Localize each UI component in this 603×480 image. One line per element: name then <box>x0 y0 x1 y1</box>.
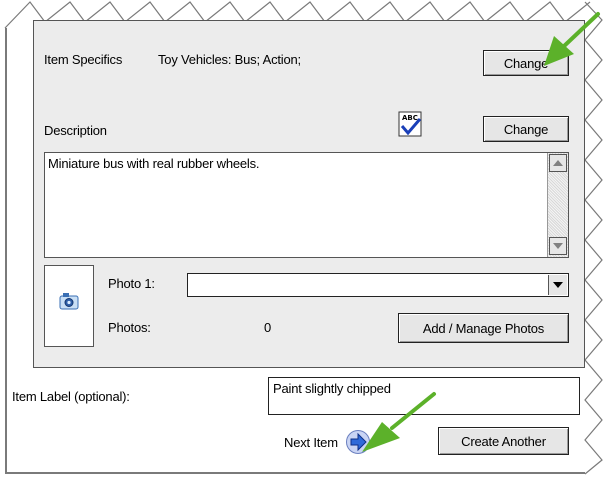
scroll-up-button[interactable] <box>549 154 567 172</box>
description-textarea[interactable]: Miniature bus with real rubber wheels. <box>44 152 569 258</box>
spellcheck-abc-icon[interactable]: ABC <box>396 110 424 138</box>
photos-count: 0 <box>264 320 272 335</box>
item-specifics-label: Item Specifics <box>44 52 123 67</box>
create-another-button[interactable]: Create Another <box>438 427 569 455</box>
photo1-label: Photo 1: <box>108 276 155 291</box>
next-item-label: Next Item <box>284 435 338 450</box>
scroll-down-icon <box>553 243 563 249</box>
add-manage-photos-button[interactable]: Add / Manage Photos <box>398 313 569 343</box>
description-label: Description <box>44 123 107 138</box>
item-specifics-value: Toy Vehicles: Bus; Action; <box>158 52 301 67</box>
photo1-dropdown-button[interactable] <box>548 275 567 295</box>
photo-thumbnail[interactable] <box>44 265 94 347</box>
description-change-button[interactable]: Change <box>483 116 569 142</box>
photo1-select[interactable] <box>187 273 569 297</box>
outer-frame-bottom <box>5 472 585 474</box>
scroll-up-icon <box>553 160 563 166</box>
svg-text:ABC: ABC <box>402 114 418 122</box>
photos-label: Photos: <box>108 320 151 335</box>
description-text: Miniature bus with real rubber wheels. <box>48 156 260 171</box>
outer-frame-left <box>5 28 7 473</box>
chevron-down-icon <box>553 282 563 288</box>
scroll-down-button[interactable] <box>549 237 567 255</box>
pointer-arrow-icon <box>362 392 436 452</box>
description-scrollbar[interactable] <box>547 153 568 257</box>
pointer-arrow-icon <box>544 12 600 66</box>
item-label-label: Item Label (optional): <box>12 389 130 404</box>
camera-icon <box>58 292 80 313</box>
